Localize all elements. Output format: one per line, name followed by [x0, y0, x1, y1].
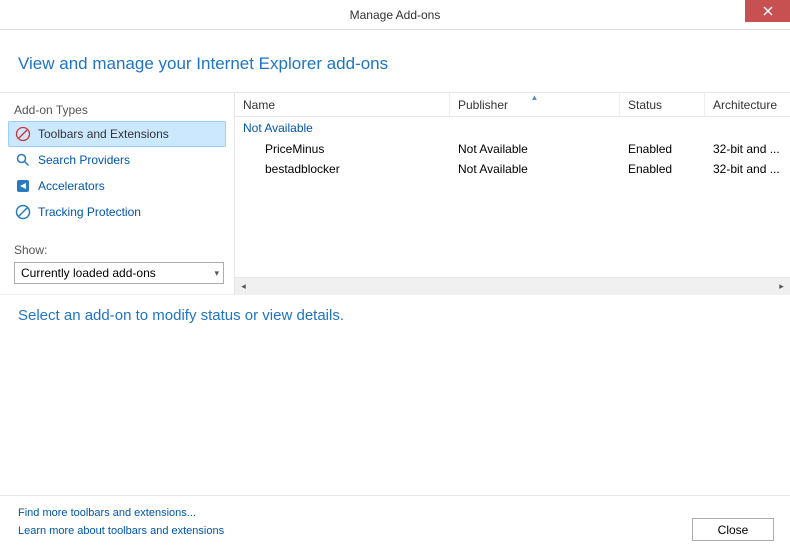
column-header-name[interactable]: Name — [235, 93, 450, 116]
tracking-protection-icon — [15, 204, 31, 220]
cell-status: Enabled — [620, 161, 705, 177]
window-close-button[interactable] — [745, 0, 790, 22]
sidebar-item-toolbars-extensions[interactable]: Toolbars and Extensions — [8, 121, 226, 147]
titlebar: Manage Add-ons — [0, 0, 790, 30]
toolbar-icon — [15, 126, 31, 142]
accelerator-icon — [15, 178, 31, 194]
footer: Find more toolbars and extensions... Lea… — [0, 495, 790, 551]
scroll-left-icon[interactable]: ◂ — [235, 278, 252, 295]
show-dropdown[interactable]: Currently loaded add-ons ▾ — [14, 262, 224, 284]
cell-architecture: 32-bit and ... — [705, 161, 790, 177]
column-header-publisher[interactable]: ▲ Publisher — [450, 93, 620, 116]
page-heading: View and manage your Internet Explorer a… — [0, 30, 790, 92]
column-header-status[interactable]: Status — [620, 93, 705, 116]
sidebar-item-label: Search Providers — [38, 153, 130, 167]
sidebar-item-label: Tracking Protection — [38, 205, 141, 219]
sidebar-item-label: Toolbars and Extensions — [38, 127, 169, 141]
link-find-more[interactable]: Find more toolbars and extensions... — [18, 504, 224, 523]
addon-list: Name ▲ Publisher Status Architecture Not… — [234, 93, 790, 294]
show-label: Show: — [8, 241, 226, 259]
column-header-architecture[interactable]: Architecture — [705, 93, 790, 116]
cell-name: PriceMinus — [235, 141, 450, 157]
sidebar: Add-on Types Toolbars and Extensions Sea… — [0, 93, 234, 294]
sidebar-item-tracking-protection[interactable]: Tracking Protection — [8, 199, 226, 225]
list-header: Name ▲ Publisher Status Architecture — [235, 93, 790, 117]
cell-architecture: 32-bit and ... — [705, 141, 790, 157]
details-prompt: Select an add-on to modify status or vie… — [0, 295, 790, 336]
show-dropdown-value: Currently loaded add-ons — [21, 266, 156, 280]
cell-publisher: Not Available — [450, 161, 620, 177]
chevron-down-icon: ▾ — [214, 268, 219, 279]
sidebar-item-label: Accelerators — [38, 179, 105, 193]
cell-publisher: Not Available — [450, 141, 620, 157]
close-button[interactable]: Close — [692, 518, 774, 541]
table-row[interactable]: bestadblocker Not Available Enabled 32-b… — [235, 159, 790, 179]
cell-status: Enabled — [620, 141, 705, 157]
sidebar-item-search-providers[interactable]: Search Providers — [8, 147, 226, 173]
cell-name: bestadblocker — [235, 161, 450, 177]
sidebar-types-label: Add-on Types — [8, 99, 226, 121]
horizontal-scrollbar[interactable]: ◂ ▸ — [235, 277, 790, 294]
sort-ascending-icon: ▲ — [531, 93, 539, 102]
group-header[interactable]: Not Available — [235, 117, 790, 139]
window-title: Manage Add-ons — [350, 8, 441, 22]
table-row[interactable]: PriceMinus Not Available Enabled 32-bit … — [235, 139, 790, 159]
scroll-right-icon[interactable]: ▸ — [773, 278, 790, 295]
link-learn-more[interactable]: Learn more about toolbars and extensions — [18, 522, 224, 541]
search-icon — [15, 152, 31, 168]
sidebar-item-accelerators[interactable]: Accelerators — [8, 173, 226, 199]
close-icon — [763, 6, 773, 16]
